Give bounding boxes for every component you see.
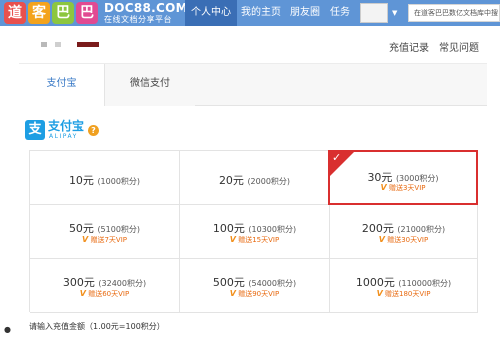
package-amount: 50元 (5100积分): [30, 220, 179, 236]
package-points: (110000积分): [398, 279, 452, 288]
package-price: 500元: [212, 276, 245, 289]
vip-badge-icon: V: [376, 289, 383, 298]
package-amount: 300元 (32400积分): [30, 274, 179, 290]
package-option[interactable]: 1000元 (110000积分) V 赠送180天VIP: [330, 259, 478, 313]
package-price: 200元: [361, 222, 394, 235]
recharge-history-link[interactable]: 充值记录: [389, 39, 429, 54]
gift-text: 赠送7天VIP: [90, 236, 127, 244]
package-amount: 1000元 (110000积分): [330, 274, 477, 290]
bullet-dot: ●: [4, 325, 11, 334]
package-amount: 10元 (1000积分): [30, 172, 179, 188]
package-price: 10元: [68, 174, 94, 187]
vip-badge-icon: V: [82, 235, 89, 244]
package-price: 50元: [68, 222, 94, 235]
top-navigation-bar: 道 客 巴 巴 DOC88.COM 在线文档分享平台 个人中心 我的主页 朋友圈…: [0, 0, 500, 26]
package-option[interactable]: 200元 (21000积分) V 赠送30天VIP: [330, 205, 478, 259]
nav-friends[interactable]: 朋友圈: [290, 0, 320, 26]
package-points: (54000积分): [248, 279, 297, 288]
package-price: 300元: [62, 276, 95, 289]
logo-char: 巴: [76, 2, 98, 24]
package-price: 100元: [212, 222, 245, 235]
package-price: 20元: [218, 174, 244, 187]
package-points: (3000积分): [395, 174, 439, 183]
vip-badge-icon: V: [229, 235, 236, 244]
package-points: (10300积分): [248, 225, 297, 234]
nav-my-homepage[interactable]: 我的主页: [241, 0, 281, 26]
package-option[interactable]: 300元 (32400积分) V 赠送60天VIP: [30, 259, 180, 313]
package-gift: V 赠送180天VIP: [330, 289, 477, 299]
package-points: (21000积分): [397, 225, 446, 234]
vip-badge-icon: V: [380, 183, 387, 192]
faq-link[interactable]: 常见问题: [439, 39, 479, 54]
help-icon[interactable]: ?: [88, 125, 99, 136]
package-points: (32400积分): [98, 279, 147, 288]
payment-method-tabs: 支付宝 微信支付: [19, 64, 487, 106]
logo-char: 道: [4, 2, 26, 24]
package-gift: V 赠送60天VIP: [30, 289, 179, 299]
tab-alipay[interactable]: 支付宝: [19, 64, 105, 106]
masked-username: [55, 42, 61, 47]
alipay-name: 支付宝: [48, 119, 85, 133]
package-points: (2000积分): [247, 177, 291, 186]
nav-tasks[interactable]: 任务: [330, 0, 350, 26]
package-option[interactable]: 500元 (54000积分) V 赠送90天VIP: [180, 259, 330, 313]
custom-amount-label: 请输入充值金额（1.00元=100积分）: [29, 322, 165, 331]
logo-char: 巴: [52, 2, 74, 24]
alipay-english-name: ALIPAY: [49, 133, 78, 140]
package-points: (1000积分): [97, 177, 141, 186]
site-logo[interactable]: 道 客 巴 巴: [4, 2, 100, 24]
tab-wechat-pay[interactable]: 微信支付: [105, 64, 195, 106]
logo-char: 客: [28, 2, 50, 24]
package-gift: V 赠送7天VIP: [30, 235, 179, 245]
gift-text: 赠送3天VIP: [388, 184, 426, 192]
package-option[interactable]: 20元 (2000积分): [180, 151, 330, 205]
brand-domain: DOC88.COM: [104, 1, 188, 15]
user-avatar[interactable]: [360, 3, 388, 23]
gift-text: 赠送60天VIP: [88, 290, 130, 298]
gift-text: 赠送30天VIP: [387, 236, 429, 244]
package-amount: 200元 (21000积分): [330, 220, 477, 236]
vip-badge-icon: V: [229, 289, 236, 298]
package-amount: 500元 (54000积分): [180, 274, 329, 290]
checkmark-icon: ✓: [332, 151, 342, 164]
gift-text: 赠送180天VIP: [385, 290, 431, 298]
account-header: 充值记录 常见问题: [19, 26, 487, 64]
package-option-selected[interactable]: ✓ 30元 (3000积分) V 赠送3天VIP: [328, 150, 478, 205]
package-amount: 20元 (2000积分): [180, 172, 329, 188]
gift-text: 赠送15天VIP: [238, 236, 280, 244]
package-option[interactable]: 100元 (10300积分) V 赠送15天VIP: [180, 205, 330, 259]
package-gift: V 赠送90天VIP: [180, 289, 329, 299]
masked-username: [41, 42, 47, 47]
package-gift: V 赠送30天VIP: [330, 235, 477, 245]
gift-text: 赠送90天VIP: [238, 290, 280, 298]
tab-bar-filler: [195, 64, 487, 105]
brand-text: DOC88.COM 在线文档分享平台: [104, 1, 188, 25]
vip-badge-icon: V: [378, 235, 385, 244]
package-price: 1000元: [355, 276, 395, 289]
package-gift: V 赠送3天VIP: [330, 183, 476, 193]
nav-personal-center[interactable]: 个人中心: [185, 0, 237, 26]
brand-tagline: 在线文档分享平台: [104, 15, 172, 24]
alipay-icon: 支: [25, 120, 45, 140]
recharge-package-grid: 10元 (1000积分) 20元 (2000积分) ✓ 30元 (3000积分)…: [29, 150, 478, 313]
package-option[interactable]: 10元 (1000积分): [30, 151, 180, 205]
chevron-down-icon[interactable]: ▼: [392, 9, 397, 17]
package-gift: V 赠送15天VIP: [180, 235, 329, 245]
package-points: (5100积分): [97, 225, 141, 234]
vip-badge-icon: V: [79, 289, 86, 298]
search-input[interactable]: 在道客巴巴数亿文档库中搜: [408, 4, 500, 22]
package-amount: 100元 (10300积分): [180, 220, 329, 236]
masked-username: [77, 42, 99, 47]
package-option[interactable]: 50元 (5100积分) V 赠送7天VIP: [30, 205, 180, 259]
